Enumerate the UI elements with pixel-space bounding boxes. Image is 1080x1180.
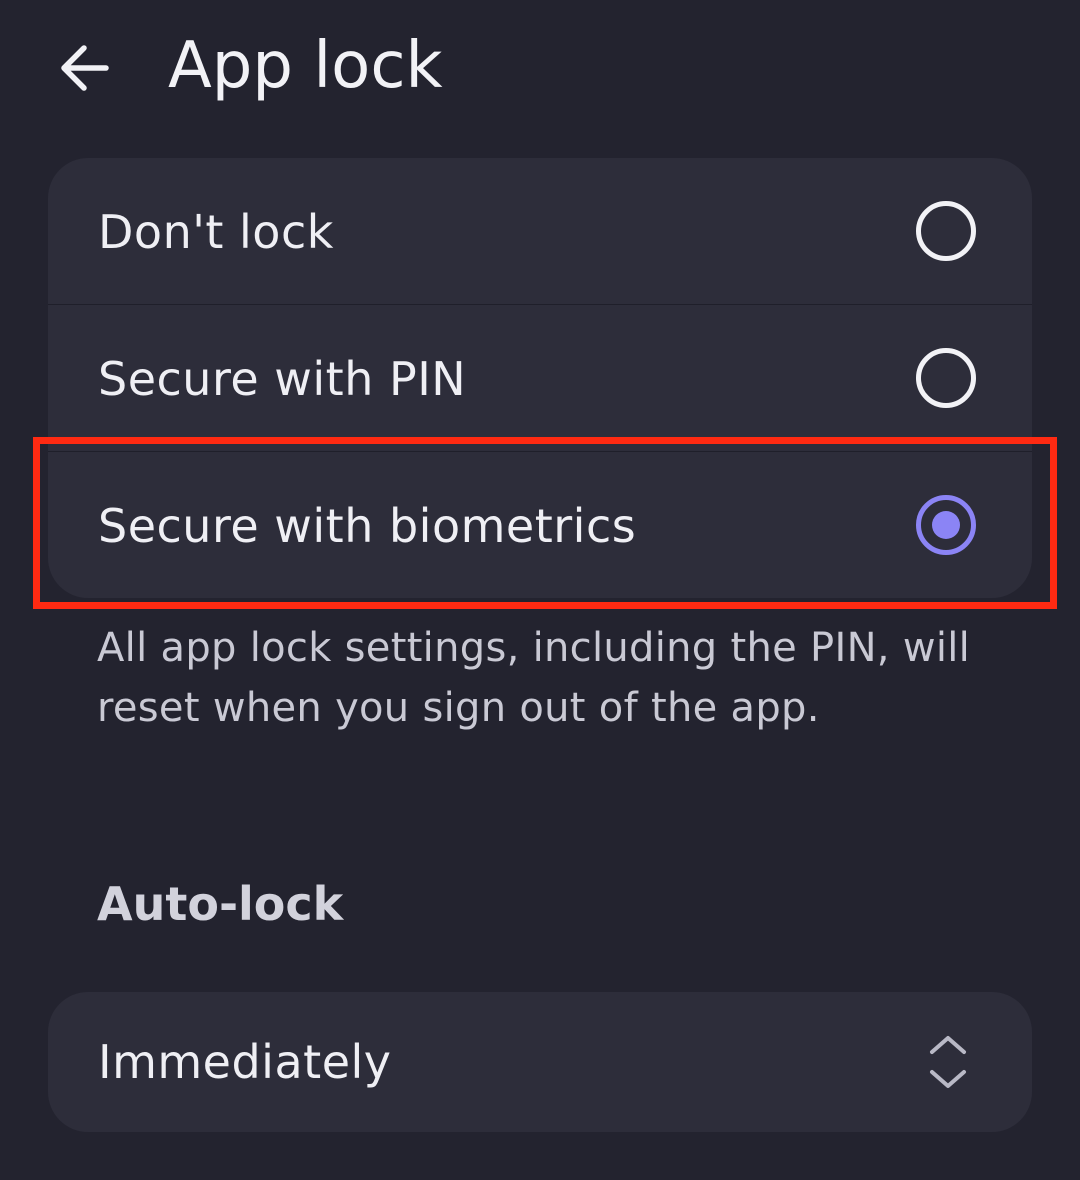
top-app-bar: App lock [0,0,1080,130]
arrow-left-icon [61,45,109,91]
option-secure-with-biometrics[interactable]: Secure with biometrics [48,452,1032,598]
unfold-chevrons-icon [930,1036,966,1088]
radio-button-selected[interactable] [916,495,976,555]
app-lock-reset-note: All app lock settings, including the PIN… [97,625,971,731]
page-title: App lock [168,29,443,103]
section-title-auto-lock: Auto-lock [97,877,344,931]
radio-button-unselected[interactable] [916,348,976,408]
auto-lock-select[interactable]: Immediately [48,992,1032,1132]
option-label: Secure with biometrics [98,499,637,553]
lock-options-card: Don't lock Secure with PIN Secure with b… [48,158,1032,598]
option-dont-lock[interactable]: Don't lock [48,158,1032,304]
option-label: Secure with PIN [98,352,467,406]
back-button[interactable] [52,36,116,100]
option-label: Don't lock [98,205,334,259]
option-secure-with-pin[interactable]: Secure with PIN [48,305,1032,451]
radio-button-unselected[interactable] [916,201,976,261]
auto-lock-selected-value: Immediately [98,1035,392,1089]
